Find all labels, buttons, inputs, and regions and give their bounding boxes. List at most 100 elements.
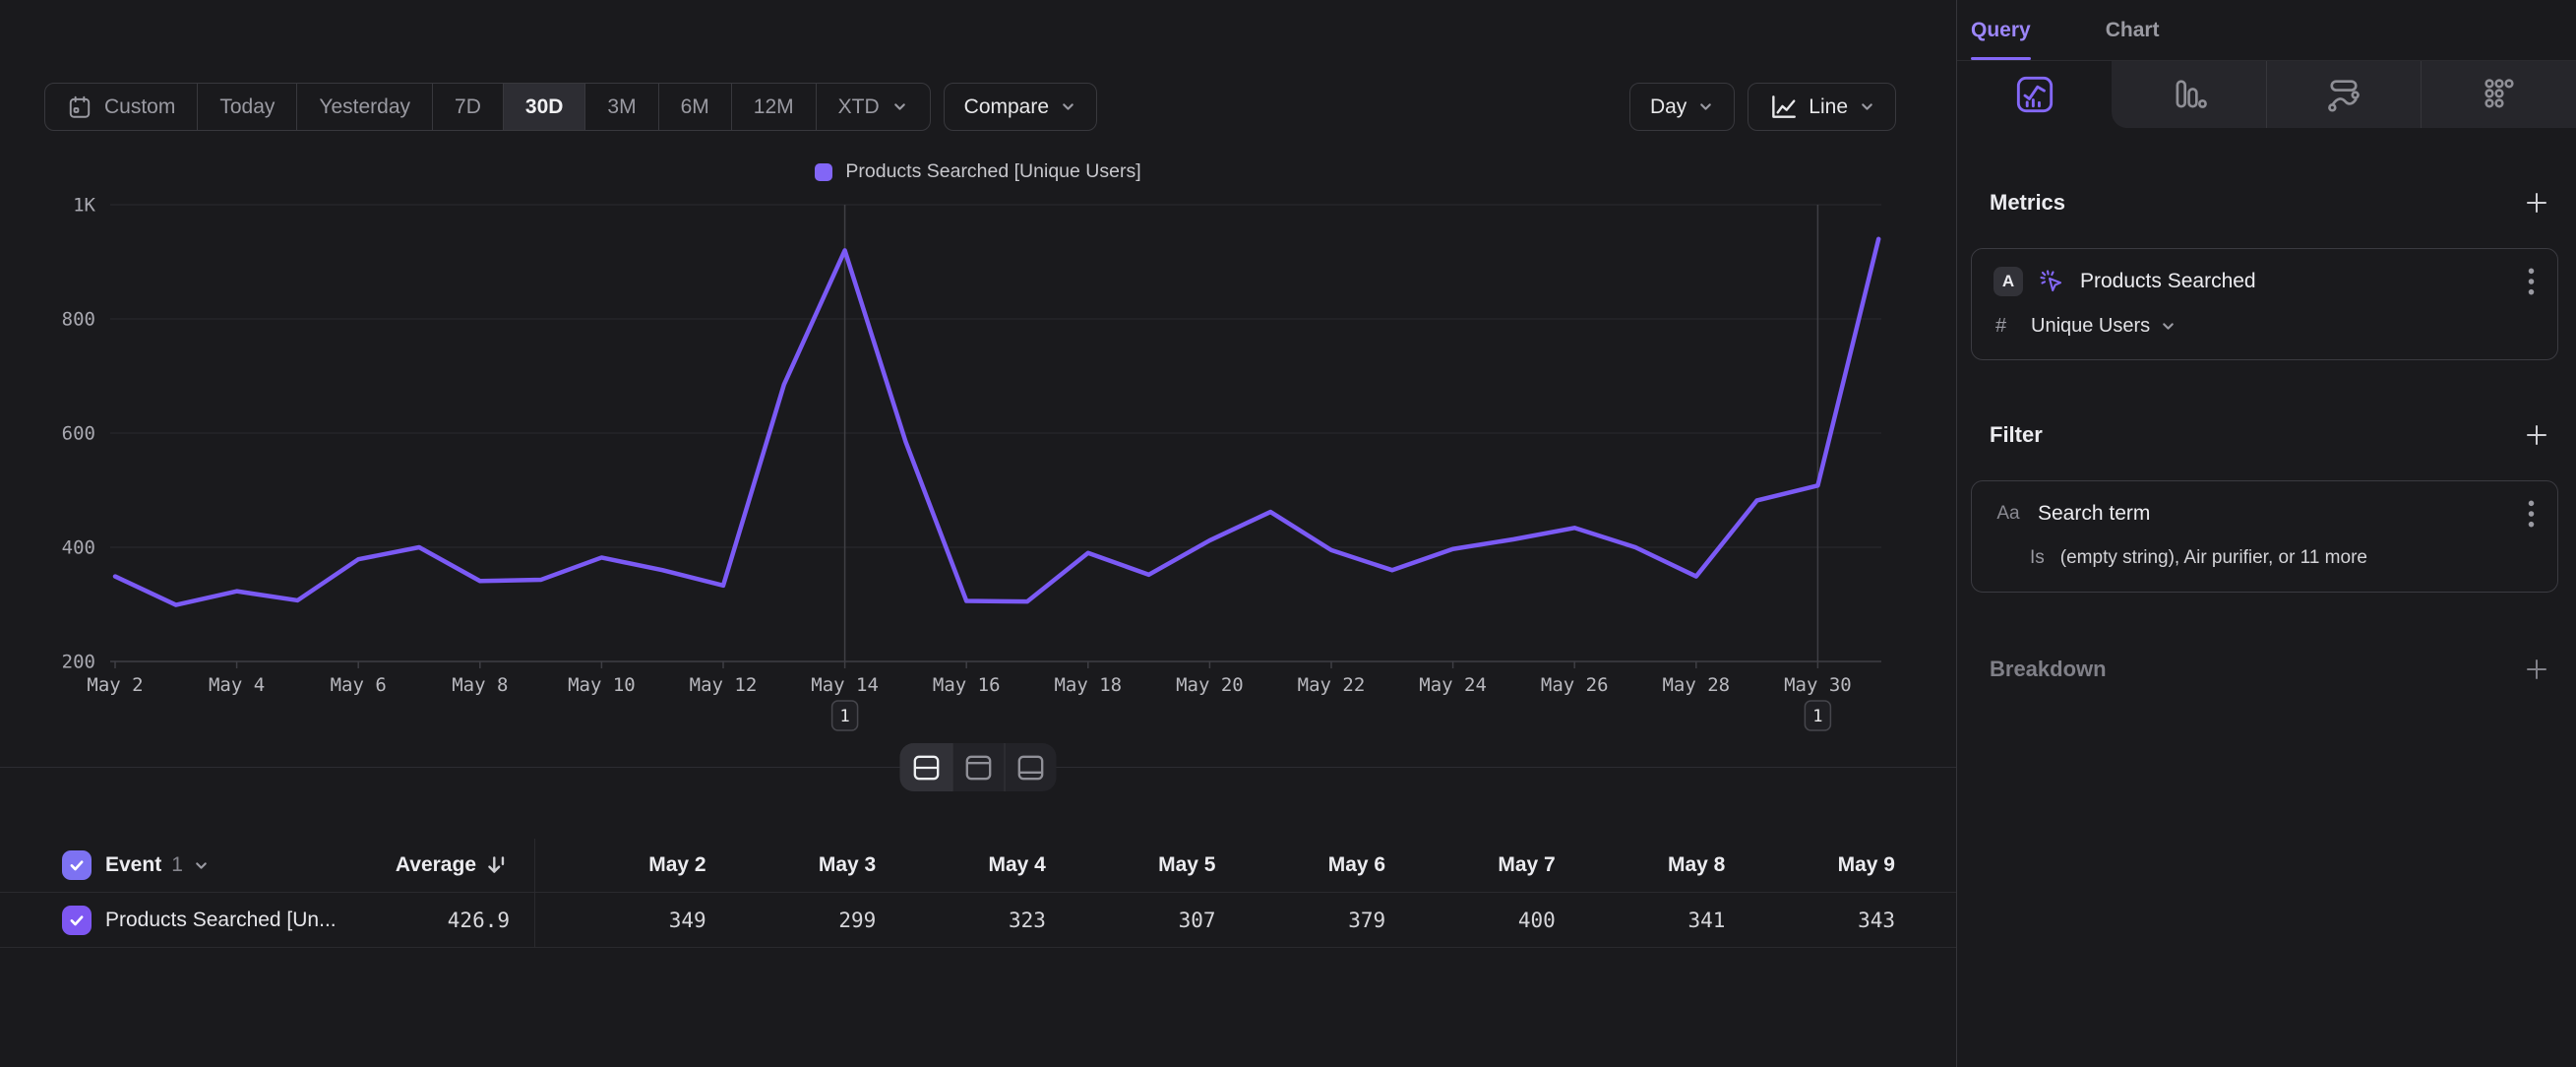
chart-controls: Day Line [1629, 83, 1896, 131]
legend-label: Products Searched [Unique Users] [845, 160, 1140, 183]
table-cell: 341 [1556, 909, 1726, 932]
svg-text:1K: 1K [73, 195, 95, 217]
range-xtd[interactable]: XTD [817, 84, 930, 130]
add-filter-button[interactable] [2523, 421, 2550, 449]
report-main: CustomToday Yesterday 7D 30D 3M 6M 12MXTD Comp… [0, 0, 1956, 1067]
text-property-icon: Aa [1993, 503, 2023, 525]
average-value-cell: 426.9 [341, 909, 510, 932]
event-selector[interactable]: Event 1 [105, 853, 341, 877]
annotation-badge[interactable]: 1 [1805, 701, 1830, 730]
metric-name[interactable]: Products Searched [2080, 270, 2256, 293]
granularity-button[interactable]: Day [1629, 83, 1735, 131]
series-checkbox[interactable] [62, 906, 92, 935]
range-label: 3M [607, 95, 636, 119]
layout-chart-view-button[interactable] [952, 743, 1005, 791]
svg-text:1: 1 [839, 707, 849, 726]
compare-button[interactable]: Compare [944, 83, 1097, 131]
table-column-header[interactable]: May 5 [1046, 853, 1216, 877]
tab-retention[interactable] [2421, 61, 2576, 128]
line-chart[interactable]: 2004006008001KMay 2May 4May 6May 8May 10… [0, 192, 1956, 743]
svg-text:May 26: May 26 [1541, 674, 1609, 696]
table-cell: 400 [1385, 909, 1556, 932]
table-column-header[interactable]: May 2 [536, 853, 706, 877]
select-all-checkbox[interactable] [62, 850, 92, 880]
range-label: Yesterday [319, 95, 410, 119]
panel-tabs: Query Chart [1957, 0, 2576, 61]
layout-table-view-button[interactable] [1005, 743, 1057, 791]
layout-toggle-group [900, 743, 1057, 791]
flows-icon [2324, 75, 2363, 114]
tab-funnels[interactable] [2112, 61, 2266, 128]
event-count: 1 [171, 853, 183, 877]
range-6m[interactable]: 6M [659, 84, 732, 130]
svg-text:May 24: May 24 [1419, 674, 1487, 696]
metric-letter-badge: A [1993, 267, 2023, 296]
date-value-cells: 349299323307379400341343 [510, 909, 1956, 932]
filter-value[interactable]: (empty string), Air purifier, or 11 more [2060, 547, 2367, 569]
filter-property-name[interactable]: Search term [2038, 502, 2150, 526]
x-axis: May 2May 4May 6May 8May 10May 12May 14Ma… [87, 661, 1851, 696]
table-view-icon [1014, 753, 1048, 783]
svg-text:May 16: May 16 [933, 674, 1001, 696]
range-3m[interactable]: 3M [585, 84, 658, 130]
cursor-click-icon [2038, 268, 2065, 295]
table-column-header[interactable]: May 6 [1216, 853, 1386, 877]
toolbar: CustomToday Yesterday 7D 30D 3M 6M 12MXTD Comp… [44, 83, 1896, 131]
breakdown-section-header: Breakdown [1971, 656, 2558, 683]
table-column-header[interactable]: May 9 [1725, 853, 1895, 877]
filter-operator[interactable]: Is [2030, 547, 2045, 569]
table-cell: 349 [536, 909, 706, 932]
average-column-header[interactable]: Average [341, 853, 510, 877]
chevron-down-icon [1060, 98, 1076, 115]
add-metric-button[interactable] [2523, 189, 2550, 217]
range-yesterday[interactable]: Yesterday [297, 84, 433, 130]
chevron-down-icon [891, 98, 908, 115]
table-column-header[interactable]: May 7 [1385, 853, 1556, 877]
query-panel: Query Chart Metrics [1956, 0, 2576, 1067]
calendar-icon [67, 94, 92, 120]
range-12m[interactable]: 12M [732, 84, 817, 130]
tab-insights[interactable] [1957, 61, 2112, 128]
range-custom[interactable]: Custom [45, 84, 198, 130]
layout-split-view-button[interactable] [900, 743, 952, 791]
report-type-tabs [1957, 61, 2576, 128]
tab-flows[interactable] [2266, 61, 2422, 128]
legend-swatch [815, 163, 832, 181]
table-cell: 379 [1216, 909, 1386, 932]
range-label: 6M [681, 95, 709, 119]
metric-card: A Products Searched # Unique Users [1971, 248, 2558, 360]
chart-type-button[interactable]: Line [1748, 83, 1896, 131]
table-column-header[interactable]: May 4 [876, 853, 1046, 877]
filter-section-header: Filter [1971, 421, 2558, 449]
tab-chart[interactable]: Chart [2106, 0, 2160, 60]
insights-icon [2015, 75, 2055, 114]
range-30d[interactable]: 30D [504, 84, 586, 130]
filter-options-button[interactable] [2527, 498, 2536, 530]
sort-descending-icon [484, 853, 510, 877]
annotation-badge[interactable]: 1 [832, 701, 858, 730]
table-cell: 323 [876, 909, 1046, 932]
svg-text:May 22: May 22 [1298, 674, 1366, 696]
range-today[interactable]: Today [198, 84, 297, 130]
metric-options-button[interactable] [2527, 266, 2536, 297]
report-type-tab-group [2112, 61, 2576, 128]
measurement-dropdown[interactable]: Unique Users [2031, 315, 2177, 338]
svg-text:400: 400 [62, 537, 95, 559]
chevron-down-icon [193, 857, 210, 874]
filter-title: Filter [1990, 422, 2043, 448]
table-column-header[interactable]: May 3 [706, 853, 877, 877]
range-label: 7D [455, 95, 481, 119]
range-7d[interactable]: 7D [433, 84, 504, 130]
average-value: 426.9 [448, 909, 510, 932]
table-cell: 307 [1046, 909, 1216, 932]
granularity-label: Day [1650, 95, 1687, 119]
table-column-header[interactable]: May 8 [1556, 853, 1726, 877]
chart-type-label: Line [1809, 95, 1848, 119]
tab-query[interactable]: Query [1971, 0, 2031, 60]
svg-text:May 2: May 2 [87, 674, 143, 696]
chart-view-icon [962, 753, 996, 783]
event-label: Event [105, 853, 161, 877]
breakdown-title: Breakdown [1990, 657, 2107, 682]
app-root: CustomToday Yesterday 7D 30D 3M 6M 12MXTD Comp… [0, 0, 2576, 1067]
add-breakdown-button[interactable] [2523, 656, 2550, 683]
